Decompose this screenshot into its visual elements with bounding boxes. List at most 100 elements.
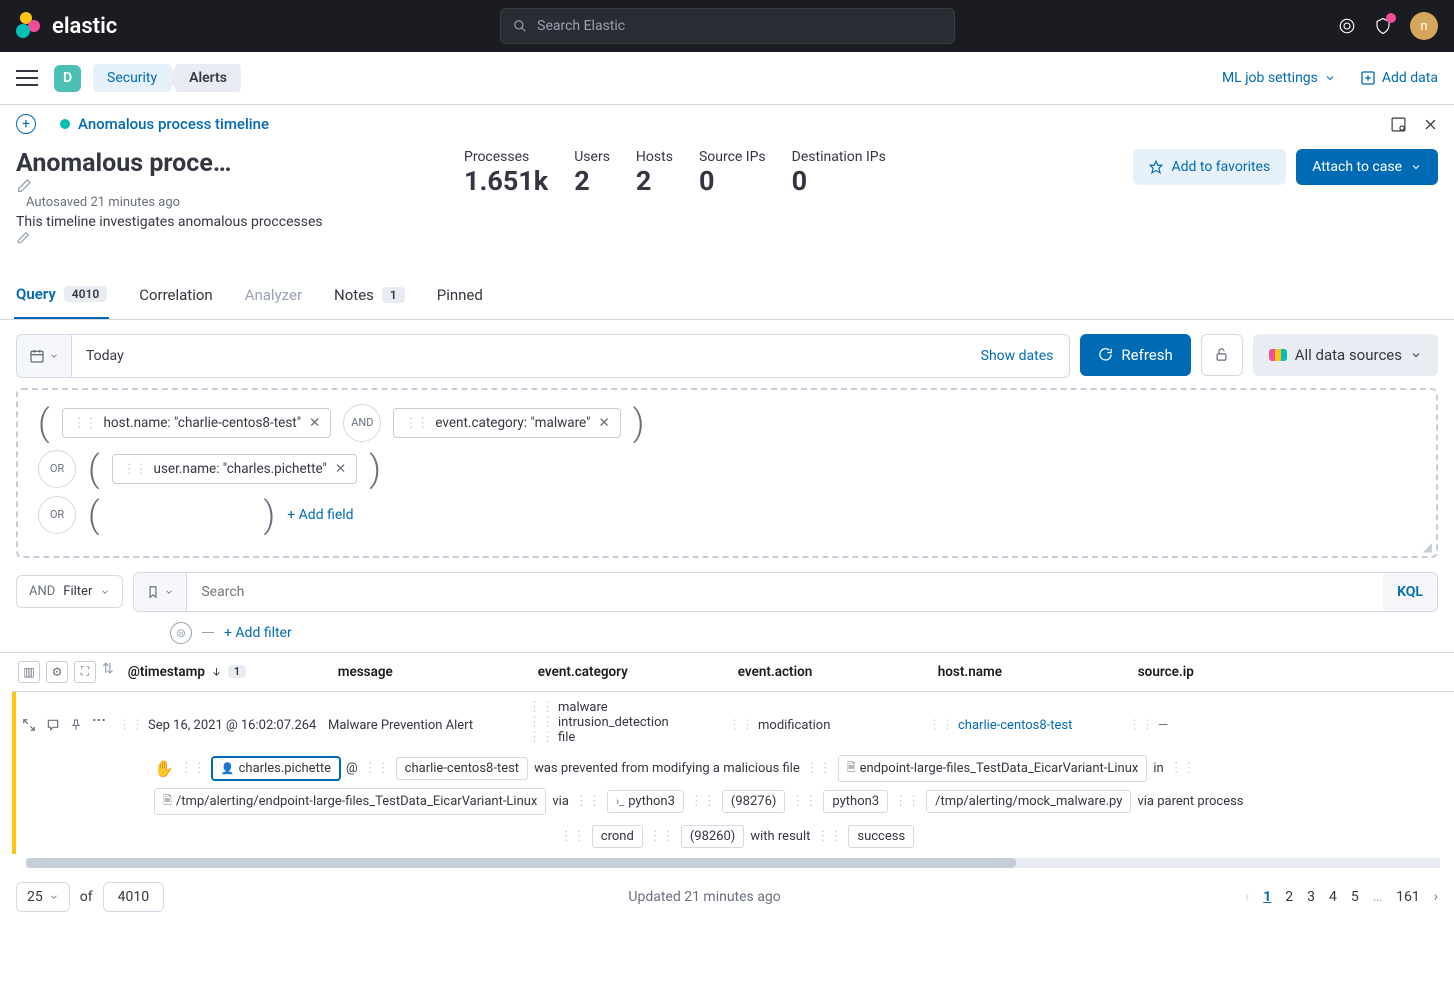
- operator-and[interactable]: AND: [343, 404, 381, 442]
- sort-icon[interactable]: ⇅: [102, 661, 114, 683]
- kql-toggle[interactable]: KQL: [1383, 573, 1437, 611]
- page-number[interactable]: 2: [1285, 889, 1293, 905]
- table-settings-icon[interactable]: ⚙: [46, 661, 68, 683]
- grab-cursor-icon[interactable]: ✋: [154, 759, 174, 778]
- close-flyout-icon[interactable]: [1423, 117, 1438, 132]
- drag-handle-icon[interactable]: ⋮⋮: [791, 794, 817, 809]
- and-filter-pill[interactable]: AND Filter: [16, 575, 123, 608]
- tab-correlation[interactable]: Correlation: [137, 275, 215, 319]
- drag-handle-icon[interactable]: ⋮⋮: [728, 718, 754, 733]
- more-actions-icon[interactable]: [92, 718, 106, 732]
- page-number[interactable]: 1: [1263, 889, 1271, 905]
- space-badge[interactable]: D: [54, 65, 81, 92]
- file-token[interactable]: 🗎endpoint-large-files_TestData_EicarVari…: [838, 755, 1148, 782]
- col-event-category[interactable]: event.category: [538, 664, 738, 680]
- tab-query[interactable]: Query 4010: [14, 275, 109, 319]
- parent-pid-token[interactable]: (98260): [681, 825, 745, 848]
- remove-chip-icon[interactable]: ✕: [309, 415, 320, 431]
- timeline-title-link[interactable]: Anomalous process timeline: [78, 115, 269, 133]
- drag-handle-icon[interactable]: ⋮⋮: [180, 761, 206, 776]
- drag-handle-icon[interactable]: ⋮⋮: [528, 700, 554, 715]
- remove-chip-icon[interactable]: ✕: [598, 415, 609, 431]
- operator-or[interactable]: OR: [38, 450, 76, 488]
- date-range-picker[interactable]: Today Show dates: [16, 334, 1070, 378]
- global-search-input[interactable]: Search Elastic: [500, 8, 955, 44]
- process-token[interactable]: python3: [823, 790, 888, 813]
- drag-handle-icon[interactable]: ⋮⋮: [123, 461, 146, 477]
- col-source-ip[interactable]: source.ip: [1138, 664, 1258, 680]
- query-builder[interactable]: ( ⋮⋮ host.name: "charlie-centos8-test" ✕…: [16, 388, 1438, 558]
- drag-handle-icon[interactable]: ⋮⋮: [73, 415, 96, 431]
- data-sources-button[interactable]: All data sources: [1253, 334, 1438, 376]
- user-token[interactable]: 👤charles.pichette: [212, 757, 340, 780]
- scroll-thumb[interactable]: [26, 858, 1016, 868]
- page-number[interactable]: 4: [1329, 889, 1337, 905]
- expand-row-icon[interactable]: [22, 718, 36, 732]
- add-field-link[interactable]: + Add field: [287, 507, 353, 523]
- page-number-last[interactable]: 161: [1396, 889, 1420, 905]
- edit-description-icon[interactable]: [16, 231, 446, 245]
- help-icon[interactable]: [1338, 17, 1356, 35]
- drag-handle-icon[interactable]: ⋮⋮: [364, 761, 390, 776]
- lock-datepicker-button[interactable]: [1201, 334, 1243, 376]
- remove-chip-icon[interactable]: ✕: [335, 461, 346, 477]
- col-message[interactable]: message: [338, 664, 538, 680]
- drag-handle-icon[interactable]: ⋮⋮: [528, 715, 554, 730]
- result-token[interactable]: success: [848, 825, 914, 848]
- add-filter-link[interactable]: + Add filter: [224, 625, 292, 641]
- attach-to-case-button[interactable]: Attach to case: [1296, 149, 1438, 185]
- filter-chip-username[interactable]: ⋮⋮ user.name: "charles.pichette" ✕: [112, 454, 358, 484]
- notes-row-icon[interactable]: [46, 718, 60, 732]
- saved-query-icon[interactable]: [134, 573, 187, 611]
- page-size-selector[interactable]: 25: [16, 882, 70, 912]
- kql-input[interactable]: [187, 573, 1383, 611]
- col-timestamp[interactable]: @timestamp 1: [128, 664, 338, 680]
- page-number[interactable]: 3: [1307, 889, 1315, 905]
- host-token[interactable]: charlie-centos8-test: [396, 757, 528, 780]
- resize-handle-icon[interactable]: ◢: [1423, 540, 1432, 554]
- nav-toggle-icon[interactable]: [16, 70, 38, 86]
- col-host-name[interactable]: host.name: [938, 664, 1138, 680]
- filter-chip-hostname[interactable]: ⋮⋮ host.name: "charlie-centos8-test" ✕: [62, 408, 332, 438]
- drag-handle-icon[interactable]: ⋮⋮: [928, 718, 954, 733]
- process-token[interactable]: ›_python3: [607, 790, 684, 813]
- tab-pinned[interactable]: Pinned: [435, 275, 485, 319]
- breadcrumb-alerts[interactable]: Alerts: [169, 64, 241, 92]
- horizontal-scrollbar[interactable]: [26, 858, 1440, 868]
- pid-token[interactable]: (98276): [722, 790, 786, 813]
- col-event-action[interactable]: event.action: [738, 664, 938, 680]
- elastic-logo[interactable]: elastic: [16, 12, 117, 40]
- host-link[interactable]: charlie-centos8-test: [958, 718, 1072, 733]
- page-number[interactable]: 5: [1351, 889, 1359, 905]
- drag-handle-icon[interactable]: ⋮⋮: [118, 718, 144, 733]
- drag-handle-icon[interactable]: ⋮⋮: [528, 730, 554, 745]
- new-timeline-button[interactable]: +: [16, 114, 36, 134]
- add-data-button[interactable]: Add data: [1360, 70, 1438, 86]
- drag-handle-icon[interactable]: ⋮⋮: [894, 794, 920, 809]
- path-token[interactable]: /tmp/alerting/mock_malware.py: [926, 790, 1131, 813]
- edit-title-icon[interactable]: [16, 178, 446, 194]
- operator-or[interactable]: OR: [38, 496, 76, 534]
- tab-notes[interactable]: Notes 1: [332, 275, 407, 319]
- drag-handle-icon[interactable]: ⋮⋮: [560, 829, 586, 844]
- parent-process-token[interactable]: crond: [592, 825, 643, 848]
- user-avatar[interactable]: n: [1410, 12, 1438, 40]
- add-to-favorites-button[interactable]: Add to favorites: [1133, 149, 1286, 185]
- drag-handle-icon[interactable]: ⋮⋮: [404, 415, 427, 431]
- drag-handle-icon[interactable]: ⋮⋮: [816, 829, 842, 844]
- next-page-icon[interactable]: ›: [1434, 889, 1438, 905]
- tab-analyzer[interactable]: Analyzer: [243, 275, 304, 319]
- show-dates-link[interactable]: Show dates: [965, 348, 1070, 364]
- drag-handle-icon[interactable]: ⋮⋮: [575, 794, 601, 809]
- breadcrumb-security[interactable]: Security: [93, 64, 177, 92]
- newsfeed-icon[interactable]: [1374, 17, 1392, 35]
- expand-timeline-icon[interactable]: [1390, 116, 1407, 133]
- field-browser-icon[interactable]: ▥: [18, 661, 40, 683]
- calendar-icon[interactable]: [17, 335, 72, 377]
- filter-chip-eventcategory[interactable]: ⋮⋮ event.category: "malware" ✕: [393, 408, 620, 438]
- drag-handle-icon[interactable]: ⋮⋮: [1170, 761, 1196, 776]
- drag-handle-icon[interactable]: ⋮⋮: [1128, 718, 1154, 733]
- drag-handle-icon[interactable]: ⋮⋮: [690, 794, 716, 809]
- fullscreen-icon[interactable]: ⛶: [74, 661, 96, 683]
- refresh-button[interactable]: Refresh: [1080, 334, 1190, 376]
